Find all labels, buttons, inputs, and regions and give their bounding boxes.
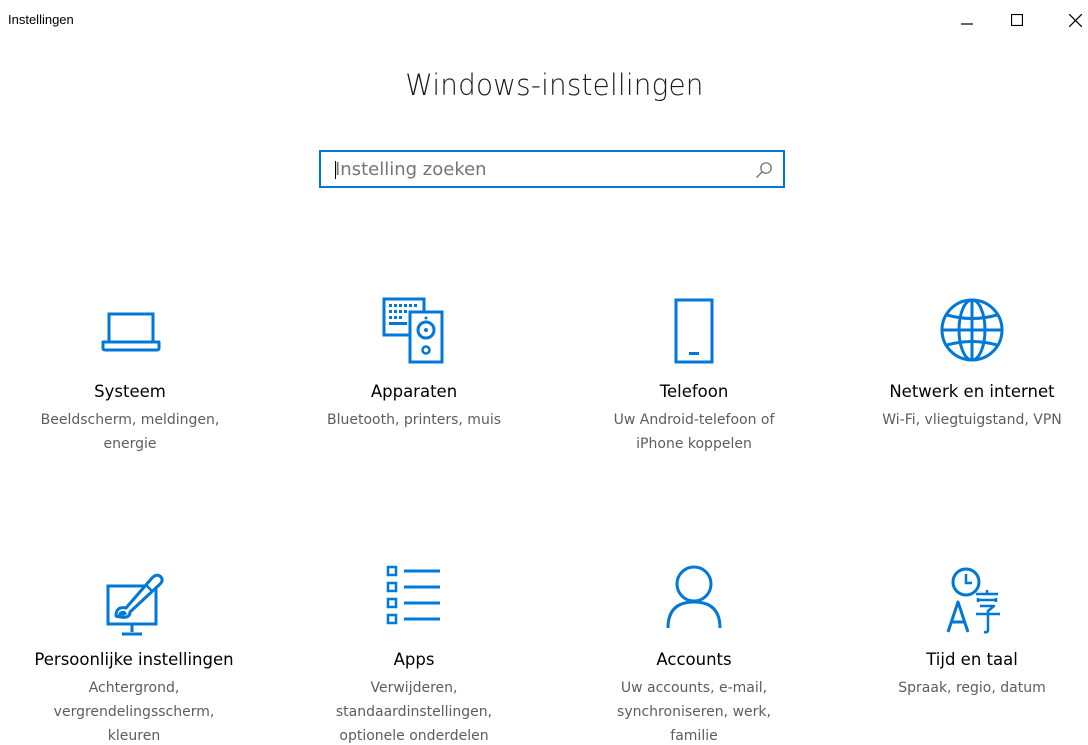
time-language-icon: [946, 567, 1000, 634]
description-line: synchroniseren, werk,: [617, 704, 771, 720]
maximize-icon: [1011, 14, 1023, 26]
category-name: Systeem: [94, 382, 166, 401]
maximize-button[interactable]: [994, 0, 1040, 40]
category-apparaten[interactable]: Apparaten Bluetooth, printers, muis: [304, 290, 524, 480]
search-input[interactable]: [335, 152, 735, 186]
app-title: Instellingen: [8, 12, 74, 27]
category-description: Wi-Fi, vliegtuigstand, VPN: [862, 408, 1082, 432]
personalization-icon: [106, 573, 164, 636]
settings-window: Instellingen Windows-instellingen Instel…: [0, 0, 1088, 745]
category-persoonlijke-instellingen[interactable]: Persoonlijke instellingen Achtergrond, v…: [24, 560, 244, 745]
category-accounts[interactable]: Accounts Uw accounts, e-mail, synchronis…: [584, 560, 804, 745]
category-name: Apps: [393, 650, 435, 669]
description-line: Beeldscherm, meldingen,: [40, 412, 220, 428]
category-name: Tijd en taal: [926, 650, 1018, 669]
category-description: Beeldscherm, meldingen, energie: [20, 408, 240, 456]
description-line: Uw accounts, e-mail,: [620, 680, 768, 696]
search-box[interactable]: [319, 150, 785, 188]
search-icon[interactable]: [755, 161, 773, 179]
description-line: Uw Android-telefoon of: [613, 412, 775, 428]
devices-icon: [382, 297, 444, 364]
category-systeem[interactable]: Systeem Beeldscherm, meldingen, energie: [20, 290, 240, 480]
category-tijd-en-taal[interactable]: Tijd en taal Spraak, regio, datum: [862, 560, 1082, 745]
page-title-text: Windows-instellingen: [404, 68, 704, 102]
description-line: Bluetooth, printers, muis: [326, 412, 501, 428]
laptop-icon: [101, 312, 161, 352]
apps-list-icon: [386, 565, 440, 625]
phone-icon: [674, 298, 714, 364]
category-description: Uw Android-telefoon of iPhone koppelen: [584, 408, 804, 456]
description-line: Achtergrond,: [88, 680, 180, 696]
description-line: familie: [670, 728, 718, 744]
description-line: vergrendelingsscherm,: [53, 704, 215, 720]
category-description: Uw accounts, e-mail, synchroniseren, wer…: [584, 676, 804, 745]
category-apps[interactable]: Apps Verwijderen, standaardinstellingen,…: [304, 560, 524, 745]
minimize-button[interactable]: [944, 0, 990, 40]
category-name: Netwerk en internet: [889, 382, 1055, 401]
close-button[interactable]: [1052, 0, 1088, 40]
category-name: Telefoon: [659, 382, 729, 401]
category-name: Persoonlijke instellingen: [34, 650, 234, 669]
description-line: kleuren: [107, 728, 161, 744]
person-icon: [666, 565, 722, 629]
globe-icon: [940, 298, 1004, 362]
description-line: Verwijderen,: [370, 680, 458, 696]
description-line: optionele onderdelen: [339, 728, 489, 744]
category-telefoon[interactable]: Telefoon Uw Android-telefoon of iPhone k…: [584, 290, 804, 480]
category-name: Accounts: [656, 650, 732, 669]
page-title: Windows-instellingen: [0, 68, 1088, 102]
description-line: standaardinstellingen,: [335, 704, 493, 720]
category-name: Apparaten: [370, 382, 458, 401]
description-line: Spraak, regio, datum: [898, 680, 1046, 696]
description-line: Wi-Fi, vliegtuigstand, VPN: [882, 412, 1062, 428]
category-description: Achtergrond, vergrendelingsscherm, kleur…: [24, 676, 244, 745]
category-description: Verwijderen, standaardinstellingen, opti…: [304, 676, 524, 745]
description-line: iPhone koppelen: [636, 436, 752, 452]
description-line: energie: [103, 436, 157, 452]
category-netwerk-en-internet[interactable]: Netwerk en internet Wi-Fi, vliegtuigstan…: [862, 290, 1082, 480]
category-description: Bluetooth, printers, muis: [304, 408, 524, 432]
title-bar: Instellingen: [0, 0, 1088, 40]
category-description: Spraak, regio, datum: [862, 676, 1082, 700]
minimize-icon: [961, 23, 973, 25]
text-caret: [335, 161, 336, 179]
close-icon: [1068, 13, 1082, 27]
